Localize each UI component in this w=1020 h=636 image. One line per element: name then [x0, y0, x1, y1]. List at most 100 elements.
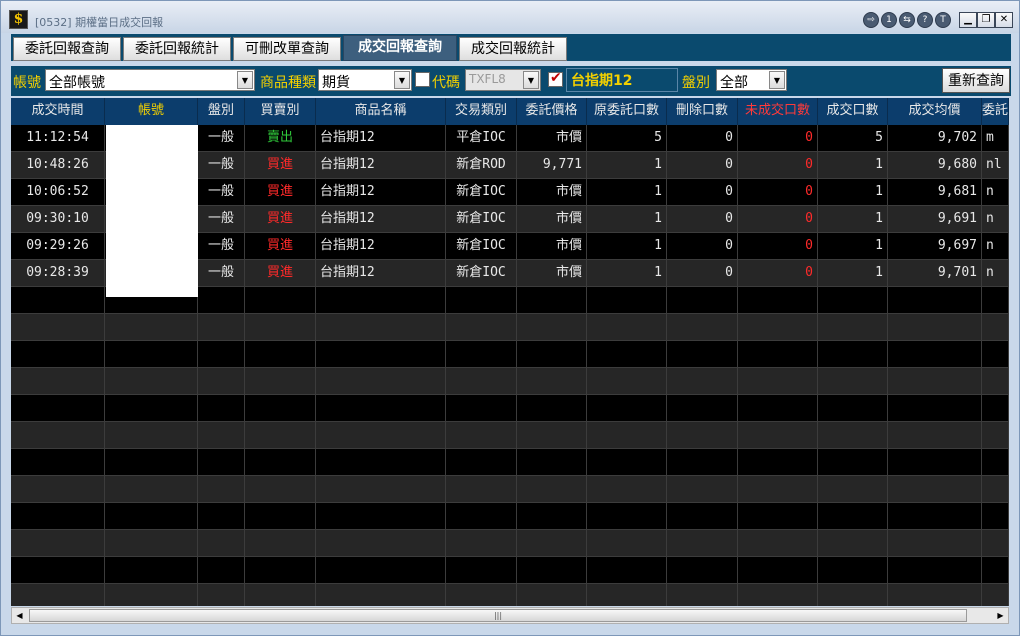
cell-cancel-qty[interactable]: 0: [667, 260, 738, 287]
cell-fill-qty[interactable]: 5: [818, 125, 888, 152]
cell-order-price[interactable]: 市價: [517, 206, 587, 233]
cell-fill-time[interactable]: 09:29:26: [11, 233, 105, 260]
cell-cancel-qty[interactable]: 0: [667, 179, 738, 206]
cell-fill-qty[interactable]: 1: [818, 152, 888, 179]
cell-avg-price[interactable]: 9,680: [888, 152, 982, 179]
cell-trade-type[interactable]: 新倉IOC: [446, 260, 517, 287]
col-unfilled-qty-header[interactable]: 未成交口數: [738, 98, 818, 125]
cell-side[interactable]: 買進: [245, 179, 316, 206]
cell-order-price[interactable]: 市價: [517, 179, 587, 206]
col-trade-type-header[interactable]: 交易類別: [446, 98, 517, 125]
session-select[interactable]: 全部 ▼: [716, 69, 787, 91]
cell-fill-time[interactable]: 09:30:10: [11, 206, 105, 233]
cell-fill-qty[interactable]: 1: [818, 260, 888, 287]
cell-trade-type[interactable]: 新倉IOC: [446, 179, 517, 206]
fill-report-grid[interactable]: 成交時間 帳號 盤別 買賣別 商品名稱 交易類別 委託價格 原委託口數 刪除口數 未成交口數 成交口…: [11, 98, 1009, 606]
tab-modifiable-orders[interactable]: 可刪改單查詢: [233, 37, 341, 61]
cell-session[interactable]: 一般: [198, 125, 245, 152]
cell-trade-type[interactable]: 新倉IOC: [446, 233, 517, 260]
cell-cancel-qty[interactable]: 0: [667, 125, 738, 152]
cell-side[interactable]: 買進: [245, 233, 316, 260]
cell-trade-type[interactable]: 平倉IOC: [446, 125, 517, 152]
cell-side[interactable]: 買進: [245, 260, 316, 287]
cell-avg-price[interactable]: 9,681: [888, 179, 982, 206]
cell-trade-type[interactable]: 新倉ROD: [446, 152, 517, 179]
cell-unfilled-qty[interactable]: 0: [738, 206, 818, 233]
cell-order[interactable]: n: [982, 206, 1009, 233]
cell-side[interactable]: 賣出: [245, 125, 316, 152]
minimize-button[interactable]: ▁: [959, 12, 977, 28]
col-avg-price-header[interactable]: 成交均價: [888, 98, 982, 125]
cell-avg-price[interactable]: 9,701: [888, 260, 982, 287]
cell-product-name[interactable]: 台指期12: [316, 260, 446, 287]
cell-order[interactable]: n: [982, 260, 1009, 287]
cell-fill-time[interactable]: 10:06:52: [11, 179, 105, 206]
cell-fill-time[interactable]: 09:28:39: [11, 260, 105, 287]
cell-unfilled-qty[interactable]: 0: [738, 152, 818, 179]
product-type-select[interactable]: 期貨 ▼: [318, 69, 412, 91]
cell-cancel-qty[interactable]: 0: [667, 233, 738, 260]
export-icon[interactable]: ⇨: [863, 12, 879, 28]
cell-order-price[interactable]: 市價: [517, 260, 587, 287]
cell-order[interactable]: n: [982, 233, 1009, 260]
cell-fill-time[interactable]: 11:12:54: [11, 125, 105, 152]
cell-orig-qty[interactable]: 1: [587, 152, 667, 179]
one-icon[interactable]: 1: [881, 12, 897, 28]
col-order-header[interactable]: 委託: [982, 98, 1009, 125]
cell-side[interactable]: 買進: [245, 206, 316, 233]
cell-fill-qty[interactable]: 1: [818, 233, 888, 260]
scroll-left-icon[interactable]: ◀: [12, 608, 27, 623]
col-side-header[interactable]: 買賣別: [245, 98, 316, 125]
col-fill-qty-header[interactable]: 成交口數: [818, 98, 888, 125]
chevron-down-icon[interactable]: ▼: [769, 71, 785, 89]
cell-product-name[interactable]: 台指期12: [316, 233, 446, 260]
cell-product-name[interactable]: 台指期12: [316, 152, 446, 179]
col-order-price-header[interactable]: 委託價格: [517, 98, 587, 125]
tab-fill-report-query[interactable]: 成交回報查詢: [343, 35, 457, 61]
cell-side[interactable]: 買進: [245, 152, 316, 179]
cell-product-name[interactable]: 台指期12: [316, 179, 446, 206]
cell-unfilled-qty[interactable]: 0: [738, 125, 818, 152]
col-orig-qty-header[interactable]: 原委託口數: [587, 98, 667, 125]
col-session-header[interactable]: 盤別: [198, 98, 245, 125]
cell-orig-qty[interactable]: 1: [587, 206, 667, 233]
t-icon[interactable]: T: [935, 12, 951, 28]
cell-cancel-qty[interactable]: 0: [667, 206, 738, 233]
col-fill-time-header[interactable]: 成交時間: [11, 98, 105, 125]
help-icon[interactable]: ?: [917, 12, 933, 28]
maximize-button[interactable]: ❐: [977, 12, 995, 28]
cell-fill-qty[interactable]: 1: [818, 179, 888, 206]
chevron-down-icon[interactable]: ▼: [523, 71, 539, 89]
col-cancel-qty-header[interactable]: 刪除口數: [667, 98, 738, 125]
horizontal-scrollbar[interactable]: ◀ ||| ▶: [11, 607, 1009, 624]
tab-fill-report-stats[interactable]: 成交回報統計: [459, 37, 567, 61]
cell-avg-price[interactable]: 9,702: [888, 125, 982, 152]
col-product-name-header[interactable]: 商品名稱: [316, 98, 446, 125]
cell-unfilled-qty[interactable]: 0: [738, 233, 818, 260]
cell-order[interactable]: m: [982, 125, 1009, 152]
cell-session[interactable]: 一般: [198, 152, 245, 179]
chevron-down-icon[interactable]: ▼: [394, 71, 410, 89]
cell-product-name[interactable]: 台指期12: [316, 206, 446, 233]
requery-button[interactable]: 重新查詢: [942, 68, 1010, 93]
cell-cancel-qty[interactable]: 0: [667, 152, 738, 179]
cell-order-price[interactable]: 市價: [517, 233, 587, 260]
cell-session[interactable]: 一般: [198, 179, 245, 206]
cell-unfilled-qty[interactable]: 0: [738, 260, 818, 287]
col-account-header[interactable]: 帳號: [105, 98, 198, 125]
chevron-down-icon[interactable]: ▼: [237, 71, 253, 89]
scrollbar-thumb[interactable]: |||: [29, 609, 967, 622]
cell-order[interactable]: nl: [982, 152, 1009, 179]
scroll-right-icon[interactable]: ▶: [993, 608, 1008, 623]
cell-trade-type[interactable]: 新倉IOC: [446, 206, 517, 233]
cell-orig-qty[interactable]: 1: [587, 260, 667, 287]
cell-orig-qty[interactable]: 1: [587, 233, 667, 260]
close-button[interactable]: ✕: [995, 12, 1013, 28]
cell-avg-price[interactable]: 9,697: [888, 233, 982, 260]
cell-unfilled-qty[interactable]: 0: [738, 179, 818, 206]
code-select[interactable]: TXFL8 ▼: [465, 69, 541, 91]
product-checkbox[interactable]: [548, 70, 563, 87]
tab-order-report-query[interactable]: 委託回報查詢: [13, 37, 121, 61]
code-checkbox[interactable]: [415, 72, 430, 87]
cell-order-price[interactable]: 9,771: [517, 152, 587, 179]
